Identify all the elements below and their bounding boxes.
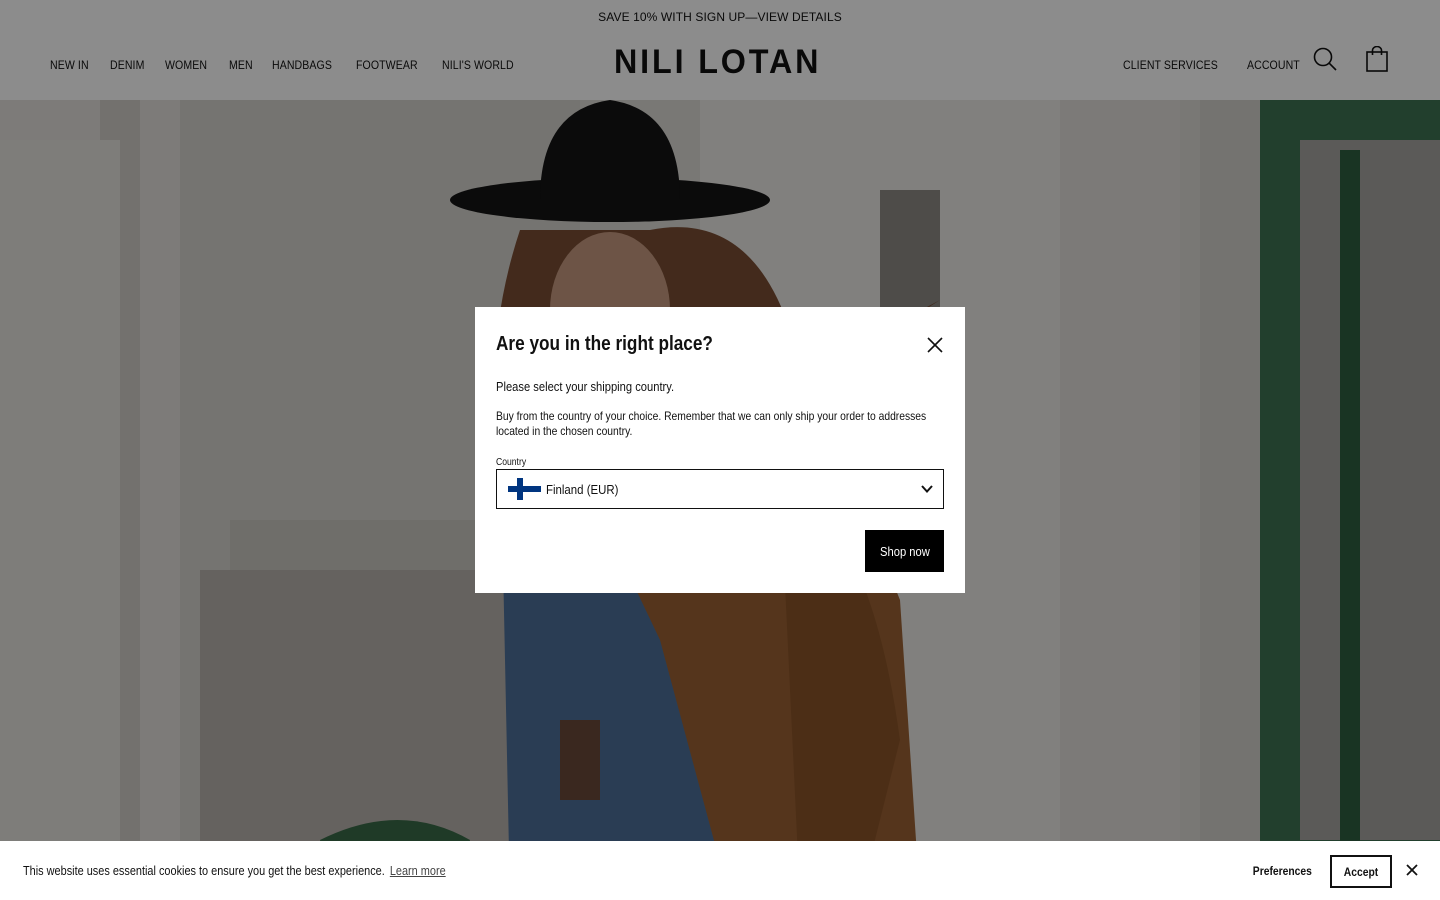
learn-more-link[interactable]: Learn more	[390, 863, 446, 878]
cookie-message: This website uses essential cookies to e…	[23, 863, 446, 878]
cookie-banner: This website uses essential cookies to e…	[0, 841, 1440, 900]
cookie-text: This website uses essential cookies to e…	[23, 863, 385, 878]
preferences-label: Preferences	[1252, 864, 1312, 878]
shop-now-label: Shop now	[879, 543, 930, 559]
finland-flag-icon	[508, 478, 541, 500]
selected-country: Finland (EUR)	[546, 481, 619, 497]
modal-subtitle: Please select your shipping country.	[496, 379, 675, 394]
modal-title: Are you in the right place?	[496, 333, 713, 355]
country-selector-modal: Are you in the right place? Please selec…	[475, 307, 965, 593]
accept-label: Accept	[1343, 864, 1379, 879]
chevron-down-icon	[921, 485, 933, 493]
accept-button[interactable]: Accept	[1330, 855, 1392, 888]
preferences-button[interactable]: Preferences	[1243, 855, 1321, 887]
country-select[interactable]: Finland (EUR)	[496, 469, 944, 509]
modal-description: Buy from the country of your choice. Rem…	[496, 409, 927, 438]
close-icon[interactable]	[926, 336, 944, 354]
close-icon[interactable]	[1405, 863, 1419, 877]
country-label: Country	[496, 457, 527, 468]
shop-now-button[interactable]: Shop now	[865, 530, 944, 572]
